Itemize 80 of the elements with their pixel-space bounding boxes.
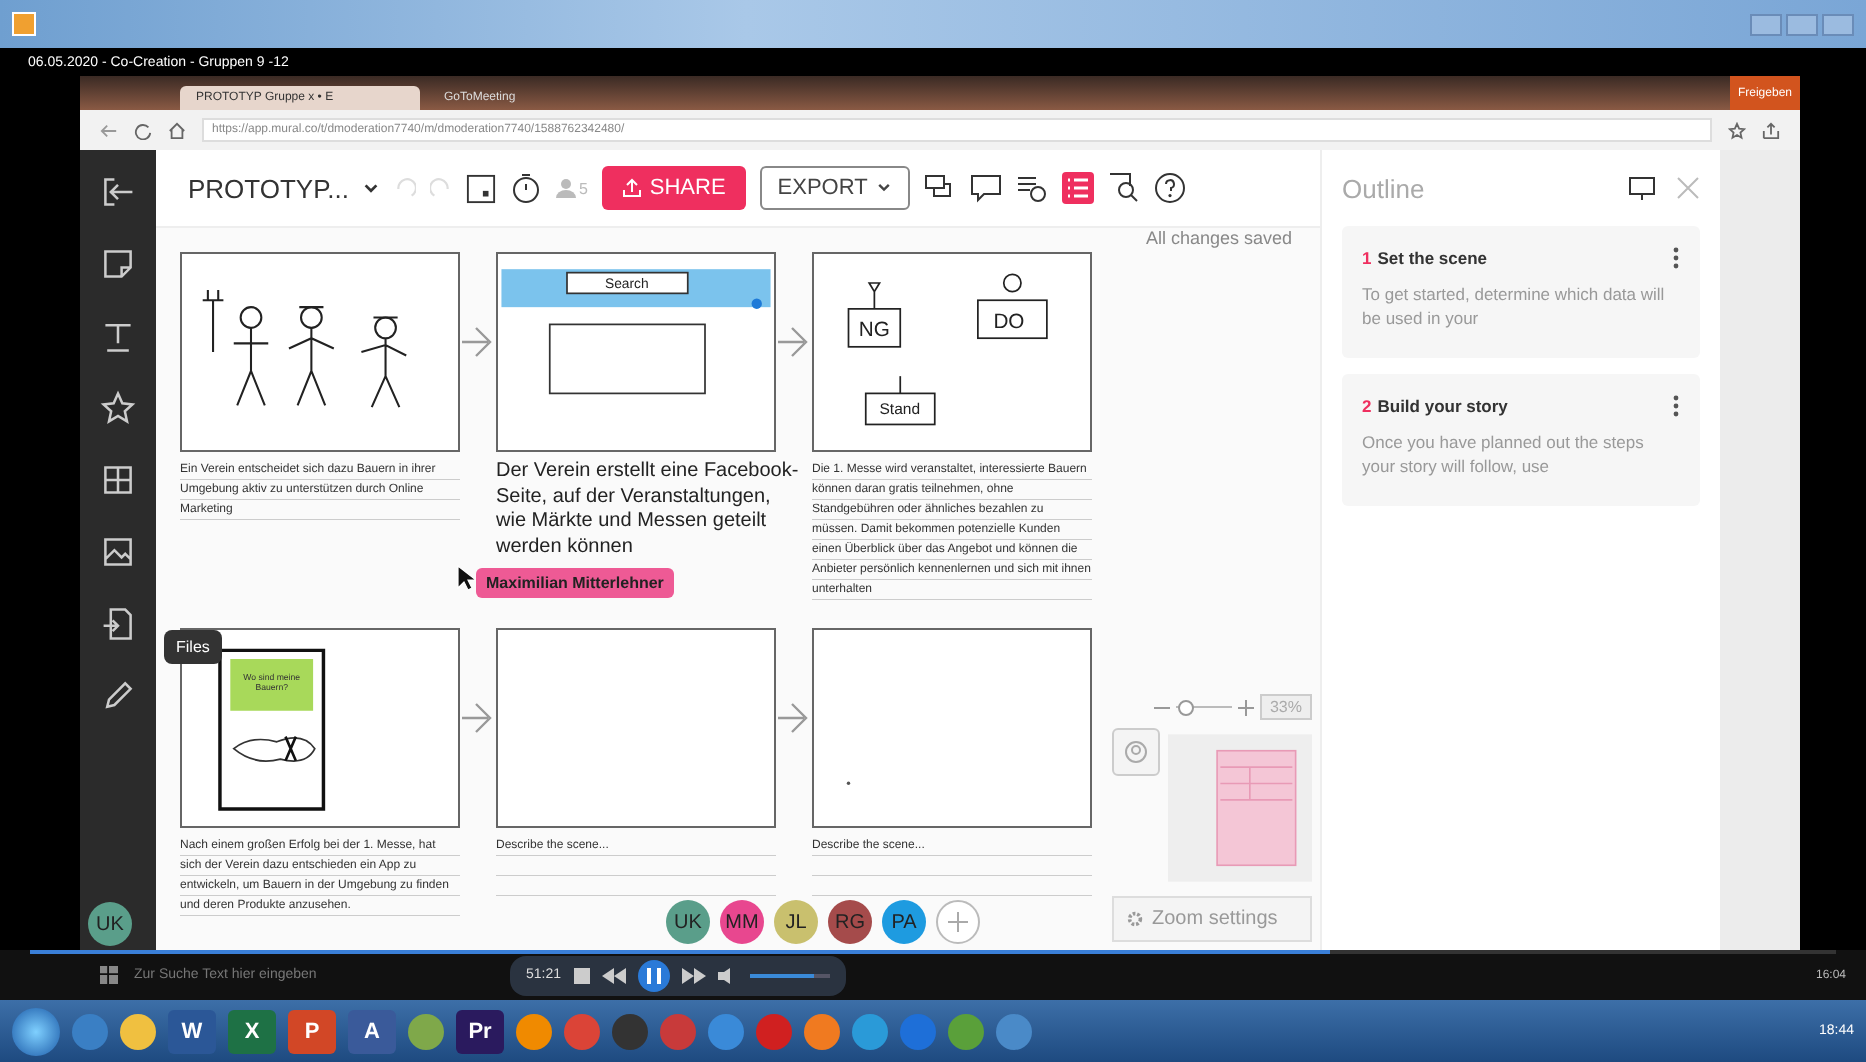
taskbar-app-icon[interactable] bbox=[948, 1013, 984, 1049]
start-button[interactable] bbox=[12, 1007, 60, 1055]
image-icon[interactable] bbox=[100, 534, 136, 570]
chat-icon[interactable] bbox=[969, 172, 1002, 204]
outline-step-card[interactable]: 2 Build your story Once you have planned out the steps your story will follow, use bbox=[1342, 374, 1700, 506]
storyboard-frame[interactable]: NG DO Stand bbox=[812, 252, 1092, 452]
exit-icon[interactable] bbox=[100, 174, 136, 210]
save-status: All changes saved bbox=[1145, 228, 1292, 248]
arrow-right-icon bbox=[460, 700, 492, 736]
chevron-down-icon bbox=[875, 180, 892, 196]
outline-step-card[interactable]: 1 Set the scene To get started, determine which data will be used in your bbox=[1342, 226, 1700, 358]
gear-icon bbox=[1126, 910, 1144, 928]
zoom-in-icon[interactable] bbox=[1237, 699, 1254, 715]
back-icon[interactable] bbox=[100, 121, 118, 139]
taskbar-app-icon[interactable] bbox=[852, 1013, 888, 1049]
storyboard-frame[interactable] bbox=[496, 628, 776, 828]
arrow-right-icon bbox=[776, 700, 808, 736]
presentation-icon[interactable] bbox=[1628, 174, 1656, 202]
collaborator-avatar[interactable]: PA bbox=[882, 900, 926, 944]
step-title: 1 Set the scene bbox=[1362, 248, 1490, 268]
taskbar-app[interactable]: W bbox=[168, 1009, 216, 1053]
export-button[interactable]: EXPORT bbox=[759, 166, 910, 210]
arrow-right-icon bbox=[776, 324, 808, 360]
sketch-label: Stand bbox=[879, 400, 921, 419]
scrollbar[interactable] bbox=[1720, 150, 1800, 950]
user-avatar[interactable]: UK bbox=[88, 902, 132, 946]
sticky-note-icon[interactable] bbox=[100, 246, 136, 282]
storyboard-frame[interactable] bbox=[812, 628, 1092, 828]
pencil-icon[interactable] bbox=[100, 678, 136, 714]
star-icon[interactable] bbox=[1728, 121, 1746, 139]
taskbar-app-icon[interactable] bbox=[408, 1013, 444, 1049]
collaborator-avatar[interactable]: MM bbox=[720, 900, 764, 944]
arrow-right-icon bbox=[460, 324, 492, 360]
windows-logo-icon[interactable] bbox=[100, 966, 118, 984]
slider-thumb[interactable] bbox=[1178, 700, 1195, 716]
stop-icon[interactable] bbox=[573, 967, 590, 983]
outline-title: Outline bbox=[1342, 173, 1427, 203]
upload-icon bbox=[621, 178, 642, 198]
sketch-label: NG bbox=[858, 320, 890, 343]
step-title: 2 Build your story bbox=[1362, 396, 1510, 416]
more-options-icon[interactable] bbox=[1672, 246, 1680, 270]
taskbar-app[interactable]: Pr bbox=[456, 1009, 504, 1053]
storyboard-frame[interactable] bbox=[180, 252, 460, 452]
fast-forward-icon[interactable] bbox=[681, 967, 706, 983]
frame-icon[interactable] bbox=[466, 173, 497, 203]
board-title[interactable]: PROTOTYP... bbox=[188, 173, 349, 203]
home-icon[interactable] bbox=[168, 121, 186, 139]
tooltip: Files bbox=[164, 630, 222, 664]
sketch-label: DO bbox=[993, 311, 1025, 334]
step-description: Once you have planned out the steps your story will follow, use bbox=[1362, 430, 1646, 478]
grid-icon[interactable] bbox=[100, 462, 136, 498]
search-icon[interactable] bbox=[1107, 172, 1140, 204]
pause-icon[interactable] bbox=[637, 959, 670, 991]
file-upload-icon[interactable] bbox=[100, 606, 136, 642]
step-description: To get started, determine which data will be used in your bbox=[1362, 282, 1667, 330]
taskbar-app[interactable]: A bbox=[348, 1009, 396, 1053]
taskbar-app-icon[interactable] bbox=[120, 1013, 156, 1049]
activity-icon[interactable] bbox=[1015, 172, 1048, 204]
text-icon[interactable] bbox=[100, 318, 136, 354]
share-icon[interactable] bbox=[1762, 121, 1780, 139]
scene-caption[interactable]: Der Verein erstellt eine Facebook-Seite, auf der Veranstaltungen, wie Märkte und Messen geteilt werden können bbox=[496, 460, 800, 560]
timer-icon[interactable] bbox=[510, 172, 543, 204]
cursor-name-label: Maximilian Mitterlehner bbox=[476, 568, 674, 598]
app-icon bbox=[12, 12, 36, 36]
mouse-cursor-icon bbox=[456, 564, 476, 592]
chevron-down-icon[interactable] bbox=[362, 179, 381, 197]
taskbar-app-icon[interactable] bbox=[804, 1013, 840, 1049]
taskbar-app[interactable]: P bbox=[288, 1009, 336, 1053]
taskbar-app[interactable]: X bbox=[228, 1009, 276, 1053]
outline-icon[interactable] bbox=[1061, 172, 1094, 204]
plus-icon bbox=[948, 912, 968, 932]
more-options-icon[interactable] bbox=[1672, 394, 1680, 418]
person-icon bbox=[556, 178, 577, 198]
help-icon[interactable] bbox=[1153, 172, 1186, 204]
reload-icon[interactable] bbox=[134, 121, 152, 139]
collaborator-avatar[interactable]: JL bbox=[774, 900, 818, 944]
taskbar-app-icon[interactable] bbox=[516, 1013, 552, 1049]
share-button[interactable]: SHARE bbox=[601, 166, 746, 210]
rewind-icon[interactable] bbox=[601, 967, 626, 983]
collaborator-avatar[interactable]: UK bbox=[666, 900, 710, 944]
